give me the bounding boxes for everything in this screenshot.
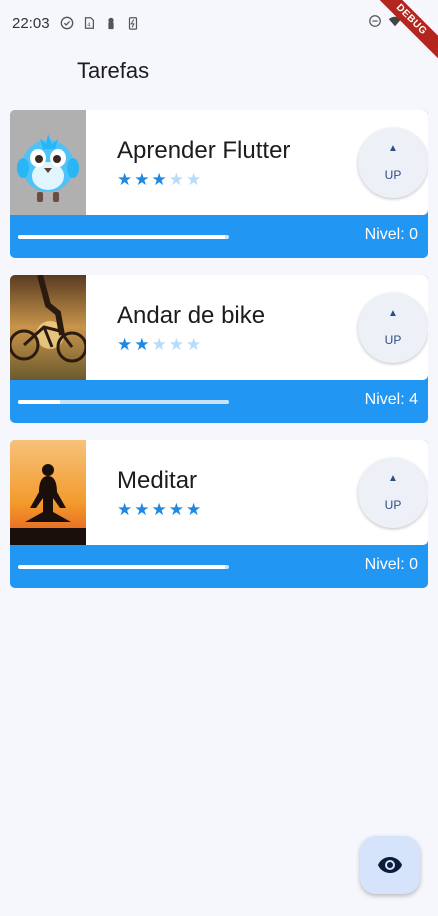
task-card: Andar de bike ★ ★ ★ ★ ★ ▲ UP Nivel: 4: [10, 275, 428, 423]
up-button[interactable]: ▲ UP: [358, 293, 428, 363]
star-icon: ★: [151, 170, 167, 189]
up-button[interactable]: ▲ UP: [358, 458, 428, 528]
star-icon: ★: [151, 335, 167, 354]
task-card-bottom: Nivel: 4: [10, 380, 428, 423]
task-card-top: Andar de bike ★ ★ ★ ★ ★ ▲ UP: [10, 275, 428, 380]
flutter-bird-image: [10, 110, 86, 215]
level-progress-bar: [18, 400, 229, 404]
level-progress-bar: [18, 565, 229, 569]
level-label: Nivel: 4: [364, 391, 418, 408]
lock-icon: [107, 17, 114, 30]
task-card-bottom: Nivel: 0: [10, 215, 428, 258]
star-icon: ★: [186, 500, 202, 519]
task-card-bottom: Nivel: 0: [10, 545, 428, 588]
up-button-label: UP: [384, 168, 402, 182]
star-icon: ★: [134, 500, 150, 519]
star-icon: ★: [134, 335, 150, 354]
task-card: Meditar ★ ★ ★ ★ ★ ▲ UP Nivel: 0: [10, 440, 428, 588]
check-circle-icon: [60, 16, 73, 30]
bike-sunset-image: [10, 275, 86, 380]
star-icon: ★: [168, 500, 184, 519]
svg-text:4: 4: [87, 23, 91, 29]
star-icon: ★: [117, 335, 133, 354]
up-button-label: UP: [384, 498, 402, 512]
page-title: Tarefas: [77, 58, 150, 83]
level-progress-fill: [18, 400, 61, 404]
level-progress-fill: [18, 235, 225, 239]
star-icon: ★: [186, 170, 202, 189]
sim-card-icon: 4: [84, 17, 94, 29]
level-progress-fill: [18, 565, 225, 569]
star-icon: ★: [117, 170, 133, 189]
up-button[interactable]: ▲ UP: [358, 128, 428, 198]
arrow-up-icon: ▲: [388, 143, 398, 154]
status-time: 22:03: [12, 14, 50, 32]
star-icon: ★: [186, 335, 202, 354]
star-icon: ★: [134, 170, 150, 189]
task-card-top: Aprender Flutter ★ ★ ★ ★ ★ ▲ UP: [10, 110, 428, 215]
star-icon: ★: [168, 170, 184, 189]
visibility-fab[interactable]: [360, 836, 420, 894]
star-icon: ★: [168, 335, 184, 354]
battery-saver-icon: [128, 17, 137, 30]
level-label: Nivel: 0: [364, 556, 418, 573]
task-card-top: Meditar ★ ★ ★ ★ ★ ▲ UP: [10, 440, 428, 545]
level-progress-bar: [18, 235, 229, 239]
dnd-icon: [369, 15, 381, 27]
task-card: Aprender Flutter ★ ★ ★ ★ ★ ▲ UP Nivel: 0: [10, 110, 428, 258]
task-list: Aprender Flutter ★★★★★ ▲ UP Nivel: 0: [10, 110, 428, 605]
eye-icon: [378, 857, 402, 873]
star-icon: ★: [151, 500, 167, 519]
up-button-label: UP: [384, 333, 402, 347]
star-icon: ★: [117, 500, 133, 519]
arrow-up-icon: ▲: [388, 308, 398, 319]
status-bar: 22:03 4: [0, 0, 438, 46]
meditation-sunset-image: [10, 440, 86, 545]
level-label: Nivel: 0: [364, 226, 418, 243]
arrow-up-icon: ▲: [388, 473, 398, 484]
